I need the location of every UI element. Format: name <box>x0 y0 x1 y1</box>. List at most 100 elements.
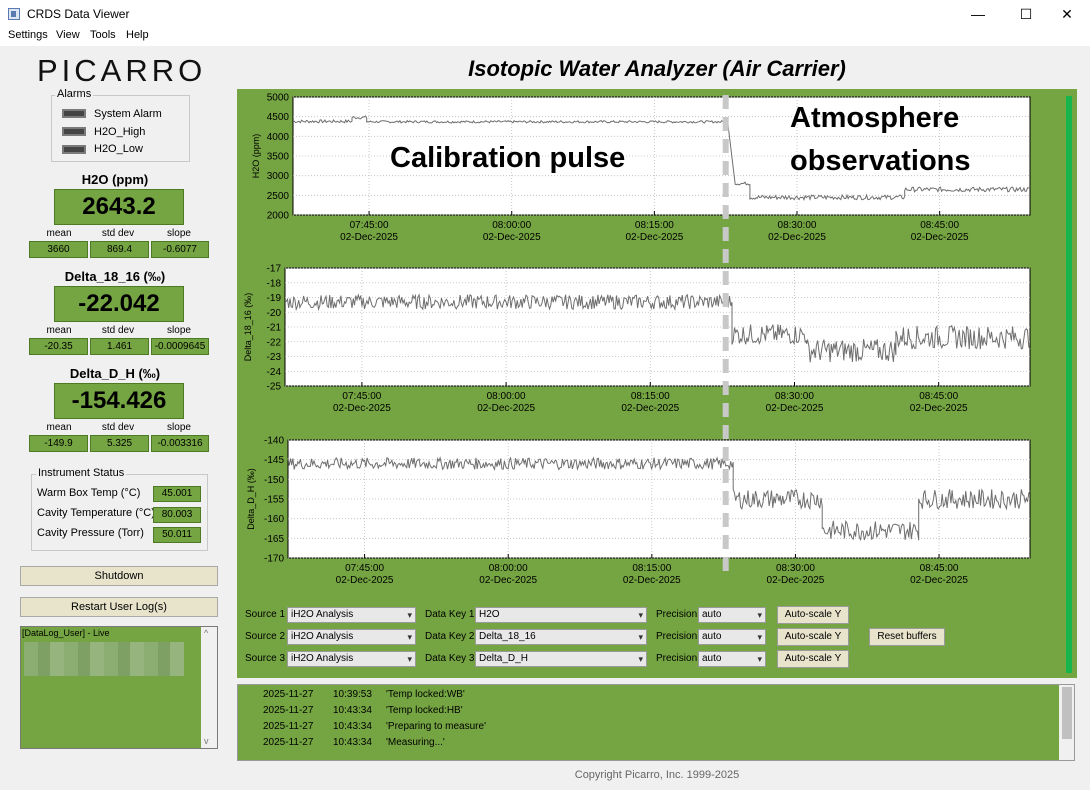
std-label: std dev <box>101 325 135 336</box>
y-axis-label: Delta_D_H (‰) <box>246 468 256 530</box>
scroll-down-icon[interactable]: v <box>204 736 209 746</box>
auto-scale-y-button[interactable]: Auto-scale Y <box>777 650 849 668</box>
shutdown-button[interactable]: Shutdown <box>20 566 218 586</box>
chevron-down-icon: ▾ <box>407 654 412 664</box>
data-key-select[interactable]: H2O ▾ <box>475 607 647 623</box>
precision-select[interactable]: auto ▾ <box>698 629 766 645</box>
log-message: 'Measuring...' <box>386 737 445 748</box>
x-tick-label: 07:45:00 <box>345 563 384 574</box>
x-date-label: 02-Dec-2025 <box>336 575 394 586</box>
auto-scale-y-button[interactable]: Auto-scale Y <box>777 628 849 646</box>
status-label: Warm Box Temp (°C) <box>37 487 141 499</box>
x-date-label: 02-Dec-2025 <box>625 232 683 243</box>
h2o-high-led-icon <box>62 127 86 136</box>
y-tick-label: -20 <box>267 308 282 319</box>
mean-label: mean <box>46 228 72 239</box>
y-tick-label: 2000 <box>267 211 290 222</box>
y-tick-label: 3000 <box>267 171 290 182</box>
user-log-scrollbar[interactable] <box>201 627 217 748</box>
x-tick-label: 08:00:00 <box>489 563 528 574</box>
log-date: 2025-11-27 <box>263 737 314 748</box>
source-value: iH2O Analysis <box>291 631 354 642</box>
menu-tools[interactable]: Tools <box>90 29 116 41</box>
y-tick-label: -18 <box>267 278 282 289</box>
chevron-down-icon: ▾ <box>638 632 643 642</box>
maximize-button[interactable]: ☐ <box>1003 0 1049 28</box>
data-key-value: Delta_18_16 <box>479 631 536 642</box>
chevron-down-icon: ▾ <box>757 610 762 620</box>
data-key-select[interactable]: Delta_D_H ▾ <box>475 651 647 667</box>
x-date-label: 02-Dec-2025 <box>766 403 824 414</box>
deltad-std: 5.325 <box>90 435 149 452</box>
warm-box-temp-value: 45.001 <box>153 486 201 502</box>
user-log-title: [DataLog_User] - Live <box>22 628 110 638</box>
x-date-label: 02-Dec-2025 <box>483 232 541 243</box>
y-tick-label: -23 <box>267 352 282 363</box>
log-message: 'Temp locked:HB' <box>386 705 463 716</box>
data-key-value: Delta_D_H <box>479 653 528 664</box>
source-select[interactable]: iH2O Analysis ▾ <box>287 629 416 645</box>
source-label: Source 2 <box>245 631 286 642</box>
close-button[interactable]: ✕ <box>1044 0 1090 28</box>
precision-label: Precision <box>656 609 698 620</box>
minimize-button[interactable]: — <box>955 0 1001 28</box>
alarm-label: System Alarm <box>94 108 162 120</box>
status-label: Cavity Temperature (°C) <box>37 507 155 519</box>
y-tick-label: 5000 <box>267 93 290 104</box>
y-axis-label: H2O (ppm) <box>251 134 261 179</box>
h2o-slope: -0.6077 <box>151 241 209 258</box>
source-select[interactable]: iH2O Analysis ▾ <box>287 607 416 623</box>
menu-bar <box>0 28 1090 46</box>
restart-user-logs-button[interactable]: Restart User Log(s) <box>20 597 218 617</box>
mean-label: mean <box>46 422 72 433</box>
menu-view[interactable]: View <box>56 29 80 41</box>
precision-select[interactable]: auto ▾ <box>698 607 766 623</box>
h2o-low-led-icon <box>62 145 86 154</box>
delta18-std: 1.461 <box>90 338 149 355</box>
h2o-title: H2O (ppm) <box>81 172 149 187</box>
calibration-annotation: Calibration pulse <box>390 142 626 174</box>
precision-select[interactable]: auto ▾ <box>698 651 766 667</box>
deltad-title: Delta_D_H (‰) <box>69 366 161 381</box>
reset-buffers-button[interactable]: Reset buffers <box>869 628 945 646</box>
h2o-std: 869.4 <box>90 241 149 258</box>
data-key-label: Data Key 3 <box>425 653 475 664</box>
y-tick-label: -17 <box>267 264 282 275</box>
menu-help[interactable]: Help <box>126 29 149 41</box>
slope-label: slope <box>167 422 191 433</box>
x-tick-label: 08:15:00 <box>632 563 671 574</box>
x-date-label: 02-Dec-2025 <box>340 232 398 243</box>
copyright: Copyright Picarro, Inc. 1999-2025 <box>574 769 740 781</box>
scroll-up-icon[interactable]: ^ <box>204 628 208 638</box>
system-alarm-led-icon <box>62 109 86 118</box>
data-key-select[interactable]: Delta_18_16 ▾ <box>475 629 647 645</box>
x-tick-label: 08:30:00 <box>778 220 817 231</box>
x-tick-label: 08:00:00 <box>487 391 526 402</box>
x-tick-label: 08:45:00 <box>919 391 958 402</box>
y-tick-label: -19 <box>267 293 282 304</box>
delta18-slope: -0.0009645 <box>151 338 209 355</box>
x-tick-label: 08:30:00 <box>776 563 815 574</box>
observations-annotation: observations <box>790 145 971 177</box>
menu-settings[interactable]: Settings <box>8 29 48 41</box>
log-message: 'Preparing to measure' <box>386 721 486 732</box>
x-tick-label: 07:45:00 <box>350 220 389 231</box>
y-tick-label: 2500 <box>267 191 290 202</box>
source-value: iH2O Analysis <box>291 609 354 620</box>
x-tick-label: 08:45:00 <box>920 563 959 574</box>
y-tick-label: -22 <box>267 337 282 348</box>
source-select[interactable]: iH2O Analysis ▾ <box>287 651 416 667</box>
deltad-slope: -0.003316 <box>151 435 209 452</box>
chevron-down-icon: ▾ <box>757 632 762 642</box>
chevron-down-icon: ▾ <box>638 654 643 664</box>
title-bar <box>0 0 1090 29</box>
source-value: iH2O Analysis <box>291 653 354 664</box>
log-date: 2025-11-27 <box>263 705 314 716</box>
x-date-label: 02-Dec-2025 <box>911 232 969 243</box>
auto-scale-y-button[interactable]: Auto-scale Y <box>777 606 849 624</box>
event-log-scroll-thumb[interactable] <box>1062 687 1072 739</box>
cavity-pressure-value: 50.011 <box>153 527 201 543</box>
y-tick-label: -160 <box>264 514 284 525</box>
std-label: std dev <box>101 228 135 239</box>
mean-label: mean <box>46 325 72 336</box>
